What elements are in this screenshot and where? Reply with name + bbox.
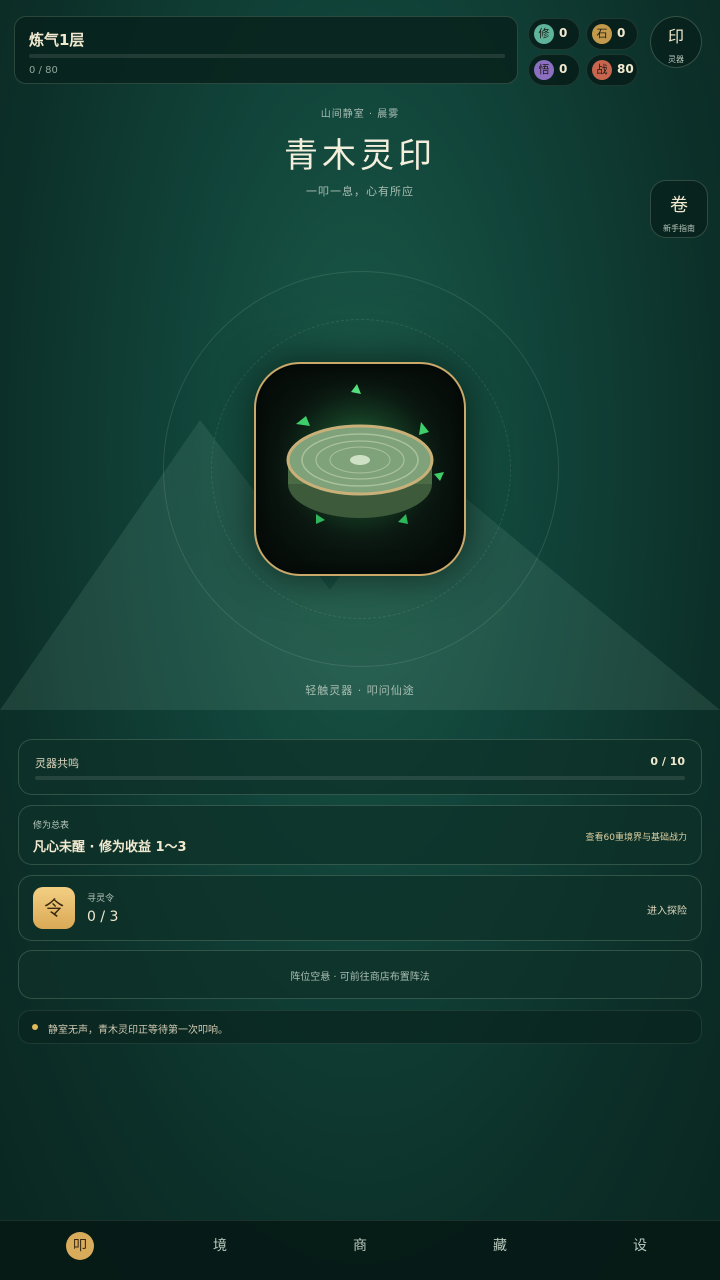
stat-value: 0	[559, 62, 568, 76]
realm-title: 炼气1层	[29, 31, 85, 49]
nav-label: 藏	[493, 1238, 507, 1254]
realm-table-link[interactable]: 查看60重境界与基础战力	[586, 830, 687, 843]
resonance-card: 灵器共鸣 0 / 10	[18, 739, 702, 795]
guide-button-label: 新手指南	[663, 224, 695, 233]
token-card[interactable]: 令 寻灵令 0 / 3 进入探险	[18, 875, 702, 941]
stone-icon: 石	[592, 24, 612, 44]
tap-hint: 轻触灵器 · 叩问仙途	[305, 684, 415, 697]
insight-icon: 悟	[534, 60, 554, 80]
spirit-seal-artifact[interactable]	[254, 362, 466, 576]
token-count: 0 / 3	[87, 909, 119, 925]
page-subtitle: 一叩一息，心有所应	[306, 185, 414, 198]
token-label: 寻灵令	[87, 894, 115, 904]
formation-card[interactable]: 阵位空悬 · 可前往商店布置阵法	[18, 950, 702, 999]
seal-icon: 印	[667, 27, 684, 46]
nav-item-knock[interactable]: 叩	[50, 1231, 110, 1271]
cultivation-card[interactable]: 修为总表 凡心未醒 · 修为收益 1～3 查看60重境界与基础战力	[18, 805, 702, 865]
nav-label: 商	[353, 1238, 367, 1254]
nav-item-realm[interactable]: 境	[190, 1231, 250, 1271]
stat-value: 80	[617, 62, 634, 76]
stat-value: 0	[559, 26, 568, 40]
realm-panel: 炼气1层 0 / 80	[14, 16, 518, 84]
nav-label: 设	[633, 1238, 647, 1254]
stat-cultivation[interactable]: 修 0	[528, 18, 580, 50]
cultivation-label: 修为总表	[33, 821, 70, 831]
stat-stone[interactable]: 石 0	[586, 18, 638, 50]
log-dot-icon	[32, 1024, 38, 1030]
cultivation-icon: 修	[534, 24, 554, 44]
stat-value: 0	[617, 26, 626, 40]
nav-label: 境	[213, 1238, 227, 1254]
jade-seal-image	[268, 374, 452, 558]
nav-label: 叩	[66, 1232, 94, 1260]
bottom-nav: 叩 境 商 藏 设	[0, 1220, 720, 1280]
event-log: 静室无声，青木灵印正等待第一次叩响。	[18, 1010, 702, 1044]
nav-item-collection[interactable]: 藏	[470, 1231, 530, 1271]
nav-item-settings[interactable]: 设	[610, 1231, 670, 1271]
combat-icon: 战	[592, 60, 612, 80]
resonance-label: 灵器共鸣	[35, 757, 79, 770]
realm-progress-bar	[29, 54, 505, 58]
realm-progress-text: 0 / 80	[29, 65, 58, 76]
nav-item-shop[interactable]: 商	[330, 1231, 390, 1271]
artifact-button-label: 灵器	[668, 55, 684, 64]
token-icon: 令	[33, 887, 75, 929]
log-text: 静室无声，青木灵印正等待第一次叩响。	[48, 1025, 228, 1036]
page-title: 青木灵印	[284, 136, 436, 176]
stat-insight[interactable]: 悟 0	[528, 54, 580, 86]
stat-combat[interactable]: 战 80	[586, 54, 638, 86]
formation-text: 阵位空悬 · 可前往商店布置阵法	[290, 972, 430, 983]
artifact-button[interactable]: 印 灵器	[650, 16, 702, 68]
location-label: 山间静室 · 晨雾	[320, 109, 400, 120]
explore-link[interactable]: 进入探险	[647, 902, 687, 917]
resonance-count: 0 / 10	[650, 755, 685, 768]
resonance-progress-bar	[35, 776, 685, 780]
cultivation-value: 凡心未醒 · 修为收益 1～3	[33, 840, 187, 855]
